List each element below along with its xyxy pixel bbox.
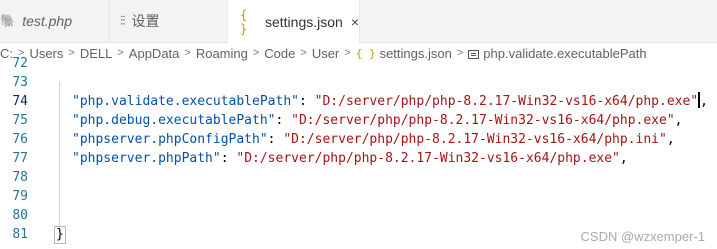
- line-number: 75: [12, 113, 28, 128]
- breadcrumb-property[interactable]: php.validate.executablePath: [483, 46, 646, 61]
- json-key: "php.validate.executablePath": [72, 94, 299, 109]
- breadcrumb-users[interactable]: Users: [29, 46, 63, 61]
- chevron-right-icon: >: [117, 47, 124, 59]
- json-comma: ,: [700, 94, 708, 109]
- breadcrumb-settings-json[interactable]: settings.json: [380, 46, 452, 61]
- code-line-debug[interactable]: "php.debug.executablePath": "D:/server/p…: [72, 111, 683, 130]
- json-comma: ,: [666, 132, 675, 147]
- line-number: 72: [12, 56, 28, 71]
- closing-brace: }: [54, 226, 66, 244]
- line-number-current: 74: [12, 94, 28, 109]
- indent-guide: [59, 82, 60, 232]
- line-number: 80: [12, 208, 28, 223]
- chevron-right-icon: >: [252, 47, 260, 59]
- code-line-validate[interactable]: "php.validate.executablePath": "D:/serve…: [72, 92, 708, 111]
- breadcrumb-appdata[interactable]: AppData: [129, 46, 180, 61]
- chevron-right-icon: >: [344, 47, 351, 59]
- tab-test-php[interactable]: 🐘 test.php: [0, 0, 110, 42]
- json-colon: :: [275, 113, 292, 128]
- json-braces-icon: { }: [240, 7, 248, 36]
- tab-label: settings.json: [264, 13, 343, 30]
- watermark: CSDN @wzxemper-1: [580, 229, 705, 244]
- breadcrumb-dell[interactable]: DELL: [80, 46, 113, 61]
- line-number: 73: [12, 75, 28, 90]
- json-key: "phpserver.phpPath": [72, 151, 221, 166]
- close-icon[interactable]: ×: [351, 14, 359, 30]
- chevron-right-icon: >: [184, 47, 191, 59]
- json-value: "D:/server/php/php-8.2.17-Win32-vs16-x64…: [314, 94, 699, 109]
- chevron-right-icon: >: [300, 47, 307, 59]
- json-value: "D:/server/php/php-8.2.17-Win32-vs16-x64…: [283, 132, 667, 147]
- property-icon: [468, 49, 480, 59]
- tab-settings-json[interactable]: { } settings.json ×: [228, 0, 360, 43]
- settings-sliders-icon: ⫶⫶: [120, 13, 125, 29]
- tab-settings-ui[interactable]: ⫶⫶ 设置: [110, 0, 228, 42]
- breadcrumb-roaming[interactable]: Roaming: [196, 46, 248, 61]
- json-comma: ,: [619, 151, 628, 166]
- line-number: 79: [12, 189, 28, 204]
- json-colon: :: [298, 94, 315, 109]
- json-colon: :: [220, 151, 237, 166]
- code-editor[interactable]: 72 73 74 75 76 77 78 79 80 81 "php.valid…: [0, 56, 717, 249]
- line-number-gutter: 72 73 74 75 76 77 78 79 80 81: [0, 56, 38, 249]
- json-value: "D:/server/php/php-8.2.17-Win32-vs16-x64…: [236, 151, 620, 166]
- breadcrumb-user[interactable]: User: [312, 46, 339, 61]
- json-value: "D:/server/php/php-8.2.17-Win32-vs16-x64…: [291, 113, 675, 128]
- json-comma: ,: [674, 113, 683, 128]
- line-number: 77: [12, 151, 28, 166]
- php-elephant-icon: 🐘: [0, 13, 17, 28]
- code-line-closing[interactable]: }: [54, 225, 66, 244]
- editor-tab-bar: 🐘 test.php ⫶⫶ 设置 { } settings.json ×: [0, 0, 717, 43]
- code-line-php-path[interactable]: "phpserver.phpPath": "D:/server/php/php-…: [72, 149, 628, 168]
- line-number: 81: [12, 227, 28, 242]
- line-number: 78: [12, 170, 28, 185]
- json-colon: :: [267, 132, 284, 147]
- chevron-right-icon: >: [456, 47, 464, 59]
- breadcrumb-code[interactable]: Code: [264, 46, 295, 61]
- tab-label: 设置: [131, 13, 160, 29]
- line-number: 76: [12, 132, 28, 147]
- tab-label: test.php: [22, 13, 73, 29]
- breadcrumb: C: > Users > DELL > AppData > Roaming > …: [0, 43, 717, 63]
- json-key: "phpserver.phpConfigPath": [72, 132, 268, 147]
- chevron-right-icon: >: [68, 47, 75, 59]
- json-braces-icon: { }: [355, 46, 376, 60]
- json-key: "php.debug.executablePath": [72, 113, 276, 128]
- code-line-config-path[interactable]: "phpserver.phpConfigPath": "D:/server/ph…: [72, 130, 675, 149]
